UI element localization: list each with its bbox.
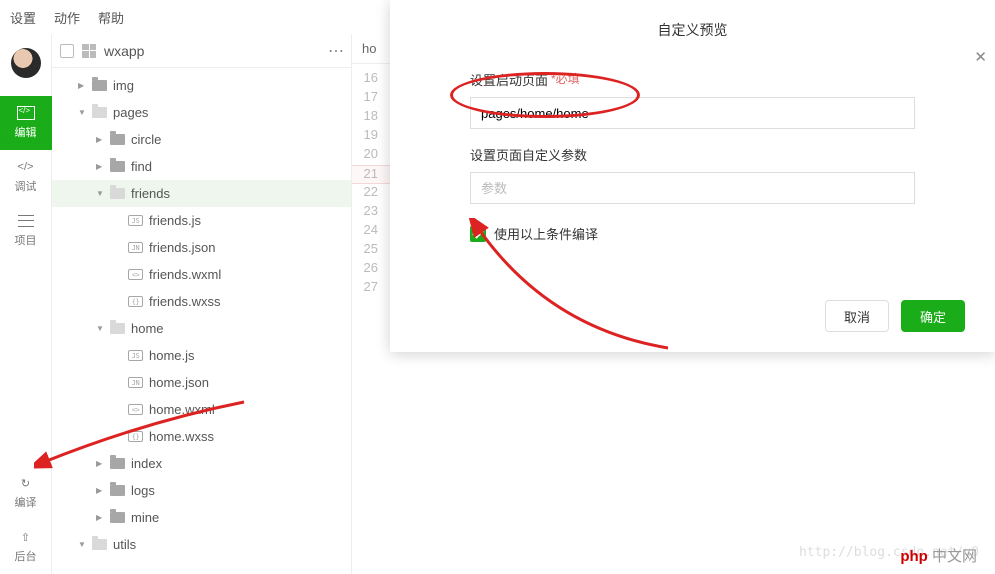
file-friends-js[interactable]: JSfriends.js <box>52 207 351 234</box>
menu-actions[interactable]: 动作 <box>54 8 80 27</box>
more-icon[interactable]: ⋯ <box>328 41 343 61</box>
folder-friends[interactable]: ▼friends <box>52 180 351 207</box>
folder-icon <box>92 539 107 550</box>
collapse-icon[interactable] <box>60 44 74 58</box>
file-friends-wxml[interactable]: <>friends.wxml <box>52 261 351 288</box>
custom-params-label: 设置页面自定义参数 <box>470 145 915 164</box>
rail-debug[interactable]: </> 调试 <box>0 150 52 204</box>
file-home-wxss[interactable]: {}home.wxss <box>52 423 351 450</box>
folder-find[interactable]: ▶find <box>52 153 351 180</box>
js-icon: JS <box>128 215 143 226</box>
wxss-icon: {} <box>128 431 143 442</box>
folder-img[interactable]: ▶img <box>52 72 351 99</box>
grid-icon[interactable] <box>82 44 96 58</box>
rail-compile-label: 编译 <box>15 494 37 510</box>
folder-icon <box>110 134 125 145</box>
rail-backend-label: 后台 <box>15 548 37 564</box>
debug-icon: </> <box>17 160 35 174</box>
top-menu: 设置 动作 帮助 <box>0 0 134 34</box>
folder-icon <box>92 80 107 91</box>
modal-title: 自定义预览 <box>390 0 995 54</box>
file-home-json[interactable]: JNhome.json <box>52 369 351 396</box>
file-tree: ▶img ▼pages ▶circle ▶find ▼friends JSfri… <box>52 68 351 574</box>
rail-project-label: 项目 <box>15 232 37 248</box>
folder-circle[interactable]: ▶circle <box>52 126 351 153</box>
left-rail: 编辑 </> 调试 项目 ↻ 编译 ⇧ 后台 <box>0 34 52 574</box>
json-icon: JN <box>128 377 143 388</box>
json-icon: JN <box>128 242 143 253</box>
tree-header: wxapp ⋯ <box>52 34 351 68</box>
folder-icon <box>110 458 125 469</box>
js-icon: JS <box>128 350 143 361</box>
project-name: wxapp <box>104 43 320 59</box>
folder-icon <box>92 107 107 118</box>
file-home-js[interactable]: JShome.js <box>52 342 351 369</box>
menu-icon <box>17 214 35 228</box>
compile-checkbox-row[interactable]: 使用以上条件编译 <box>470 224 915 243</box>
file-home-wxml[interactable]: <>home.wxml <box>52 396 351 423</box>
rail-debug-label: 调试 <box>15 178 37 194</box>
rail-compile[interactable]: ↻ 编译 <box>0 466 52 520</box>
avatar[interactable] <box>11 48 41 78</box>
checkbox-label: 使用以上条件编译 <box>494 224 598 243</box>
folder-index[interactable]: ▶index <box>52 450 351 477</box>
custom-preview-modal: ✕ 自定义预览 设置启动页面*必填 设置页面自定义参数 使用以上条件编译 取消 … <box>390 0 995 352</box>
folder-pages[interactable]: ▼pages <box>52 99 351 126</box>
rail-project[interactable]: 项目 <box>0 204 52 258</box>
folder-utils[interactable]: ▼utils <box>52 531 351 558</box>
cancel-button[interactable]: 取消 <box>825 300 889 332</box>
rail-backend[interactable]: ⇧ 后台 <box>0 520 52 574</box>
wxss-icon: {} <box>128 296 143 307</box>
editor-tab[interactable]: ho <box>362 41 376 56</box>
rail-edit-label: 编辑 <box>15 124 37 140</box>
code-icon <box>17 106 35 120</box>
folder-icon <box>110 485 125 496</box>
folder-home[interactable]: ▼home <box>52 315 351 342</box>
checkbox-checked-icon[interactable] <box>470 226 486 242</box>
wxml-icon: <> <box>128 404 143 415</box>
custom-params-input[interactable] <box>470 172 915 204</box>
folder-icon <box>110 512 125 523</box>
folder-icon <box>110 323 125 334</box>
folder-logs[interactable]: ▶logs <box>52 477 351 504</box>
menu-help[interactable]: 帮助 <box>98 8 124 27</box>
upload-icon: ⇧ <box>17 530 35 544</box>
file-friends-wxss[interactable]: {}friends.wxss <box>52 288 351 315</box>
folder-icon <box>110 161 125 172</box>
file-friends-json[interactable]: JNfriends.json <box>52 234 351 261</box>
close-icon[interactable]: ✕ <box>974 48 987 66</box>
file-tree-pane: wxapp ⋯ ▶img ▼pages ▶circle ▶find ▼frien… <box>52 34 352 574</box>
menu-settings[interactable]: 设置 <box>10 8 36 27</box>
compile-icon: ↻ <box>17 476 35 490</box>
launch-page-input[interactable] <box>470 97 915 129</box>
wxml-icon: <> <box>128 269 143 280</box>
rail-edit[interactable]: 编辑 <box>0 96 52 150</box>
launch-page-label: 设置启动页面*必填 <box>470 70 915 89</box>
folder-icon <box>110 188 125 199</box>
ok-button[interactable]: 确定 <box>901 300 965 332</box>
folder-mine[interactable]: ▶mine <box>52 504 351 531</box>
